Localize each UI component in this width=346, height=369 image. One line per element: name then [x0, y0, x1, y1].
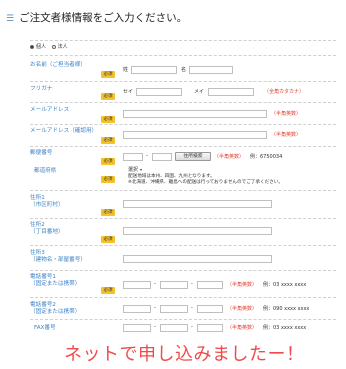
fax-input-middle[interactable] — [160, 324, 188, 332]
postal-label: 郵便番号 — [30, 150, 53, 156]
radio-corporate[interactable]: 法人 — [51, 44, 68, 50]
address2-label: 住所2 （丁目番地） — [30, 222, 64, 235]
fax-dash: - — [191, 324, 193, 330]
page-title-text: ご注文者様情報をご入力ください。 — [19, 12, 188, 24]
required-badge: 必須 — [101, 287, 115, 294]
required-badge: 必須 — [101, 71, 115, 78]
required-badge: 必須 — [101, 137, 115, 144]
divider — [30, 319, 336, 320]
phone1-note: （半角英数） — [227, 282, 258, 288]
fax-input-area[interactable] — [123, 324, 151, 332]
divider — [30, 102, 336, 103]
fax-label: FAX番号 — [34, 325, 56, 331]
furigana-label: フリガナ — [30, 86, 53, 92]
phone2-label: 電話番号2 （固定または携帯） — [30, 302, 81, 315]
name-mei-input[interactable] — [189, 66, 233, 74]
divider — [30, 81, 336, 82]
phone1-dash: - — [191, 281, 193, 287]
phone1-dash: - — [154, 281, 156, 287]
customer-type-group: 個人 法人 — [30, 44, 68, 51]
phone2-note: （半角英数） — [227, 306, 258, 312]
phone2-dash: - — [191, 305, 193, 311]
divider — [30, 40, 336, 41]
required-badge: 必須 — [101, 236, 115, 243]
divider — [30, 218, 336, 219]
required-badge: 必須 — [101, 158, 115, 165]
required-badge: 必須 — [101, 116, 115, 123]
phone2-input-middle[interactable] — [160, 305, 188, 313]
fax-dash: - — [154, 324, 156, 330]
phone2-example: 例：090 xxxx xxxx — [263, 306, 310, 312]
address1-label: 住所1 （市区町村） — [30, 195, 64, 208]
divider — [30, 55, 336, 56]
address3-input[interactable] — [123, 255, 272, 263]
furigana-sei-label: セイ — [123, 89, 134, 95]
radio-checked-icon — [30, 44, 34, 49]
divider — [30, 190, 336, 191]
phone2-input-last[interactable] — [197, 305, 223, 313]
furigana-mei-label: メイ — [194, 89, 205, 95]
list-icon: ☰ — [6, 14, 15, 24]
delivery-exclusion-note: ※北海道、沖縄県、離島への配送は行っておりませんのでご了承ください。 — [128, 180, 283, 185]
address2-input[interactable] — [123, 227, 272, 235]
phone2-input-area[interactable] — [123, 305, 151, 313]
postal-example: 例：6750034 — [250, 154, 283, 160]
address1-input[interactable] — [123, 200, 272, 208]
name-sei-label: 姓 — [123, 67, 129, 73]
furigana-note: （全角カタカナ） — [264, 89, 305, 95]
fax-input-last[interactable] — [197, 324, 223, 332]
phone1-input-area[interactable] — [123, 281, 151, 289]
address3-label: 住所3 （建物名・部屋番号） — [30, 250, 86, 263]
phone2-dash: - — [154, 305, 156, 311]
divider — [30, 146, 336, 147]
divider — [30, 245, 336, 246]
email-note: （半角英数） — [271, 111, 302, 117]
email-label: メールアドレス — [30, 107, 70, 113]
phone1-example: 例：03 xxxx xxxx — [263, 282, 307, 288]
email-confirm-input[interactable] — [123, 131, 267, 139]
chevron-down-icon: ▾ — [140, 167, 143, 172]
address-search-button[interactable]: 住所検索 — [175, 152, 211, 161]
required-badge: 必須 — [101, 176, 115, 183]
email-input[interactable] — [123, 110, 267, 118]
fax-example: 例：03 xxxx xxxx — [263, 325, 307, 331]
required-badge: 必須 — [101, 209, 115, 216]
furigana-sei-input[interactable] — [136, 88, 182, 96]
annotation-text: ネットで申し込みましたー！ — [64, 344, 305, 365]
radio-individual[interactable]: 個人 — [30, 44, 46, 50]
divider — [30, 297, 336, 298]
name-mei-label: 名 — [181, 67, 187, 73]
email-confirm-label: メールアドレス（確認用） — [30, 128, 98, 134]
phone1-input-last[interactable] — [197, 281, 223, 289]
page-title: ☰ ご注文者様情報をご入力ください。 — [6, 10, 187, 25]
name-label: お名前（ご担当者様） — [30, 62, 86, 68]
phone1-label: 電話番号1 （固定または携帯） — [30, 274, 81, 287]
postal-input-first[interactable] — [123, 153, 143, 161]
phone1-input-middle[interactable] — [160, 281, 188, 289]
postal-input-second[interactable] — [152, 153, 172, 161]
email-confirm-note: （半角英数） — [271, 132, 302, 138]
required-badge: 必須 — [101, 93, 115, 100]
radio-unchecked-icon — [51, 44, 56, 49]
postal-note: （半角英数） — [214, 154, 245, 160]
fax-note: （半角英数） — [227, 325, 258, 331]
divider — [30, 270, 336, 271]
furigana-mei-input[interactable] — [208, 88, 254, 96]
name-sei-input[interactable] — [131, 66, 177, 74]
postal-dash: - — [146, 153, 148, 159]
prefecture-label: 都道府県 — [34, 168, 57, 174]
divider — [30, 124, 336, 125]
